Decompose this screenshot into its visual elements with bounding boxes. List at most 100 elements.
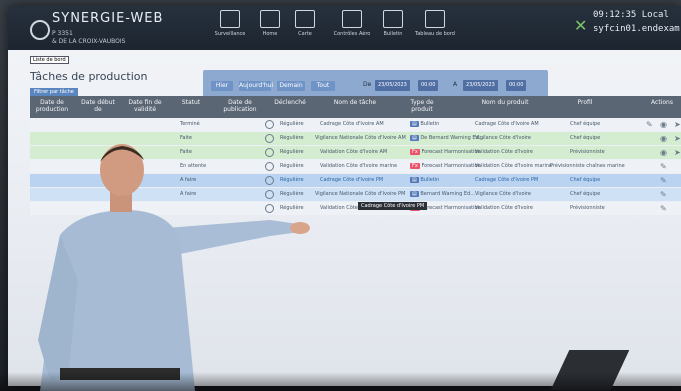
- app-title: SYNERGIE-WEB: [52, 11, 164, 26]
- product-cell: Validation Côte d'Ivoire: [475, 205, 533, 211]
- demain-button[interactable]: Demain: [277, 81, 305, 91]
- nav-label: Surveillance: [214, 31, 246, 37]
- col-statut[interactable]: Statut: [180, 99, 202, 106]
- type-cell: Bulletin: [420, 177, 440, 183]
- view-icon[interactable]: ◉: [660, 134, 667, 143]
- col-type-produit[interactable]: Type de produit: [400, 99, 444, 113]
- edit-icon[interactable]: ✎: [646, 120, 653, 129]
- hier-button[interactable]: Hier: [211, 81, 233, 91]
- col-declenche[interactable]: Déclenché: [270, 99, 310, 106]
- product-type-icon: ▤: [410, 135, 419, 141]
- page-title: Tâches de production: [30, 70, 148, 83]
- nav-label: Bulletin: [383, 31, 403, 37]
- table-row[interactable]: Terminé Régulière Cadrage Côte d'Ivoire …: [30, 118, 681, 131]
- nav-surveillance[interactable]: Surveillance: [210, 10, 250, 37]
- top-bar: SYNERGIE-WEB P 3351 & DE LA CROIX-VAUBOI…: [8, 6, 681, 50]
- send-icon[interactable]: ➤: [674, 134, 681, 143]
- product-cell: Vigilance Côte d'Ivoire: [475, 191, 531, 197]
- profile-cell: Chef équipe: [570, 121, 601, 127]
- task-cell: Validation Côte d'Ivoire AM: [320, 149, 388, 155]
- profile-cell: Chef équipe: [570, 177, 601, 183]
- task-cell: Vigilance Nationale Côte d'Ivoire PM: [315, 191, 406, 197]
- task-cell: Cadrage Côte d'Ivoire AM: [320, 121, 384, 127]
- a-label: A: [453, 81, 458, 88]
- edit-icon[interactable]: ✎: [660, 204, 667, 213]
- nav-label: Tableau de bord: [415, 31, 455, 37]
- profile-cell: Prévisionniste: [570, 149, 605, 155]
- list-icon: [425, 10, 445, 28]
- product-cell: Vigilance Côte d'Ivoire: [475, 135, 531, 141]
- nav-carte[interactable]: Carte: [290, 10, 320, 37]
- app-subtitle-1: P 3351: [52, 30, 73, 37]
- col-date-fin[interactable]: Date fin de validité: [122, 99, 168, 113]
- edit-icon[interactable]: ✎: [660, 176, 667, 185]
- filter-button[interactable]: Filtrer par tâche: [30, 88, 78, 96]
- breadcrumb-tag[interactable]: Liste de bord: [30, 56, 69, 64]
- state-cell: Terminé: [180, 121, 200, 127]
- col-profil[interactable]: Profil: [570, 99, 600, 106]
- de-label: De: [363, 81, 372, 88]
- col-actions: Actions: [651, 99, 673, 106]
- time-to-input[interactable]: 00:00: [506, 80, 527, 91]
- send-icon[interactable]: ➤: [674, 148, 681, 157]
- col-nom-produit[interactable]: Nom du produit: [470, 99, 540, 106]
- col-date-debut[interactable]: Date début de: [78, 99, 118, 113]
- type-cell: Forecast Harmonisation: [421, 163, 481, 169]
- hand: [290, 222, 310, 234]
- profile-cell: Chef équipe: [570, 191, 601, 197]
- type-cell: Forecast Harmonisation: [421, 205, 481, 211]
- nav-label: Home: [262, 31, 278, 37]
- app-subtitle-2: & DE LA CROIX-VAUBOIS: [52, 38, 126, 45]
- task-cell: Validation Côte d'Ivoire marine: [320, 163, 398, 169]
- floor-shadow: [0, 372, 681, 391]
- task-cell: Cadrage Côte d'Ivoire PM: [320, 177, 384, 183]
- profile-cell: Chef équipe: [570, 135, 601, 141]
- home-icon: [260, 10, 280, 28]
- nav-tableau[interactable]: Tableau de bord: [411, 10, 459, 37]
- nav-controles[interactable]: Contrôles Aéro: [328, 10, 376, 37]
- product-cell: Validation Côte d'Ivoire: [475, 149, 533, 155]
- send-icon[interactable]: ➤: [674, 120, 681, 129]
- clock-icon: [265, 120, 274, 129]
- user-name: syfcin01.endexam.cin: [593, 24, 681, 34]
- photo-scene: SYNERGIE-WEB P 3351 & DE LA CROIX-VAUBOI…: [0, 0, 681, 391]
- product-type-icon: ▤: [410, 191, 419, 197]
- clock-readout: 09:12:35 Local: [593, 10, 669, 20]
- view-icon[interactable]: ◉: [660, 120, 667, 129]
- time-from-input[interactable]: 00:00: [418, 80, 439, 91]
- nav-bulletin[interactable]: Bulletin: [378, 10, 408, 37]
- task-cell: Vigilance Nationale Côte d'Ivoire AM: [315, 135, 406, 141]
- col-nom-tache[interactable]: Nom de tâche: [320, 99, 390, 106]
- profile-cell: Prévisionniste: [570, 205, 605, 211]
- map-icon: [295, 10, 315, 28]
- aujourdhui-button[interactable]: Aujourd'hui: [239, 81, 273, 91]
- tooltip: Cadrage Côte d'Ivoire PM: [358, 202, 428, 210]
- view-icon[interactable]: ◉: [660, 148, 667, 157]
- date-to-input[interactable]: 23/05/2023: [463, 80, 498, 91]
- tout-button[interactable]: Tout: [311, 81, 335, 91]
- nav-label: Contrôles Aéro: [333, 31, 371, 37]
- date-from-input[interactable]: 23/05/2023: [375, 80, 410, 91]
- close-icon[interactable]: ✕: [574, 16, 587, 35]
- head: [100, 144, 144, 196]
- edit-icon[interactable]: ✎: [660, 162, 667, 171]
- product-type-icon: ▤: [410, 177, 419, 183]
- nav-home[interactable]: Home: [255, 10, 285, 37]
- table-header: Date de production Date début de Date fi…: [30, 96, 681, 118]
- product-type-icon: Fx: [410, 163, 420, 169]
- col-date-publication[interactable]: Date de publication: [218, 99, 262, 113]
- product-cell: Validation Côte d'Ivoire marine: [475, 163, 553, 169]
- presenter-person: [38, 144, 310, 391]
- edit-icon[interactable]: ✎: [660, 190, 667, 199]
- trigger-cell: Régulière: [280, 121, 304, 127]
- type-cell: Bernard Warning Ed...: [420, 191, 476, 197]
- alert-icon: [220, 10, 240, 28]
- nav-label: Carte: [298, 31, 312, 37]
- document-icon: [383, 10, 403, 28]
- profile-cell: Prévisionniste chaînes marine: [550, 163, 625, 169]
- col-date-production[interactable]: Date de production: [32, 99, 72, 113]
- product-cell: Cadrage Côte d'Ivoire PM: [475, 177, 539, 183]
- type-cell: Bulletin: [420, 121, 440, 127]
- plane-icon: [342, 10, 362, 28]
- product-cell: Cadrage Côte d'Ivoire AM: [475, 121, 539, 127]
